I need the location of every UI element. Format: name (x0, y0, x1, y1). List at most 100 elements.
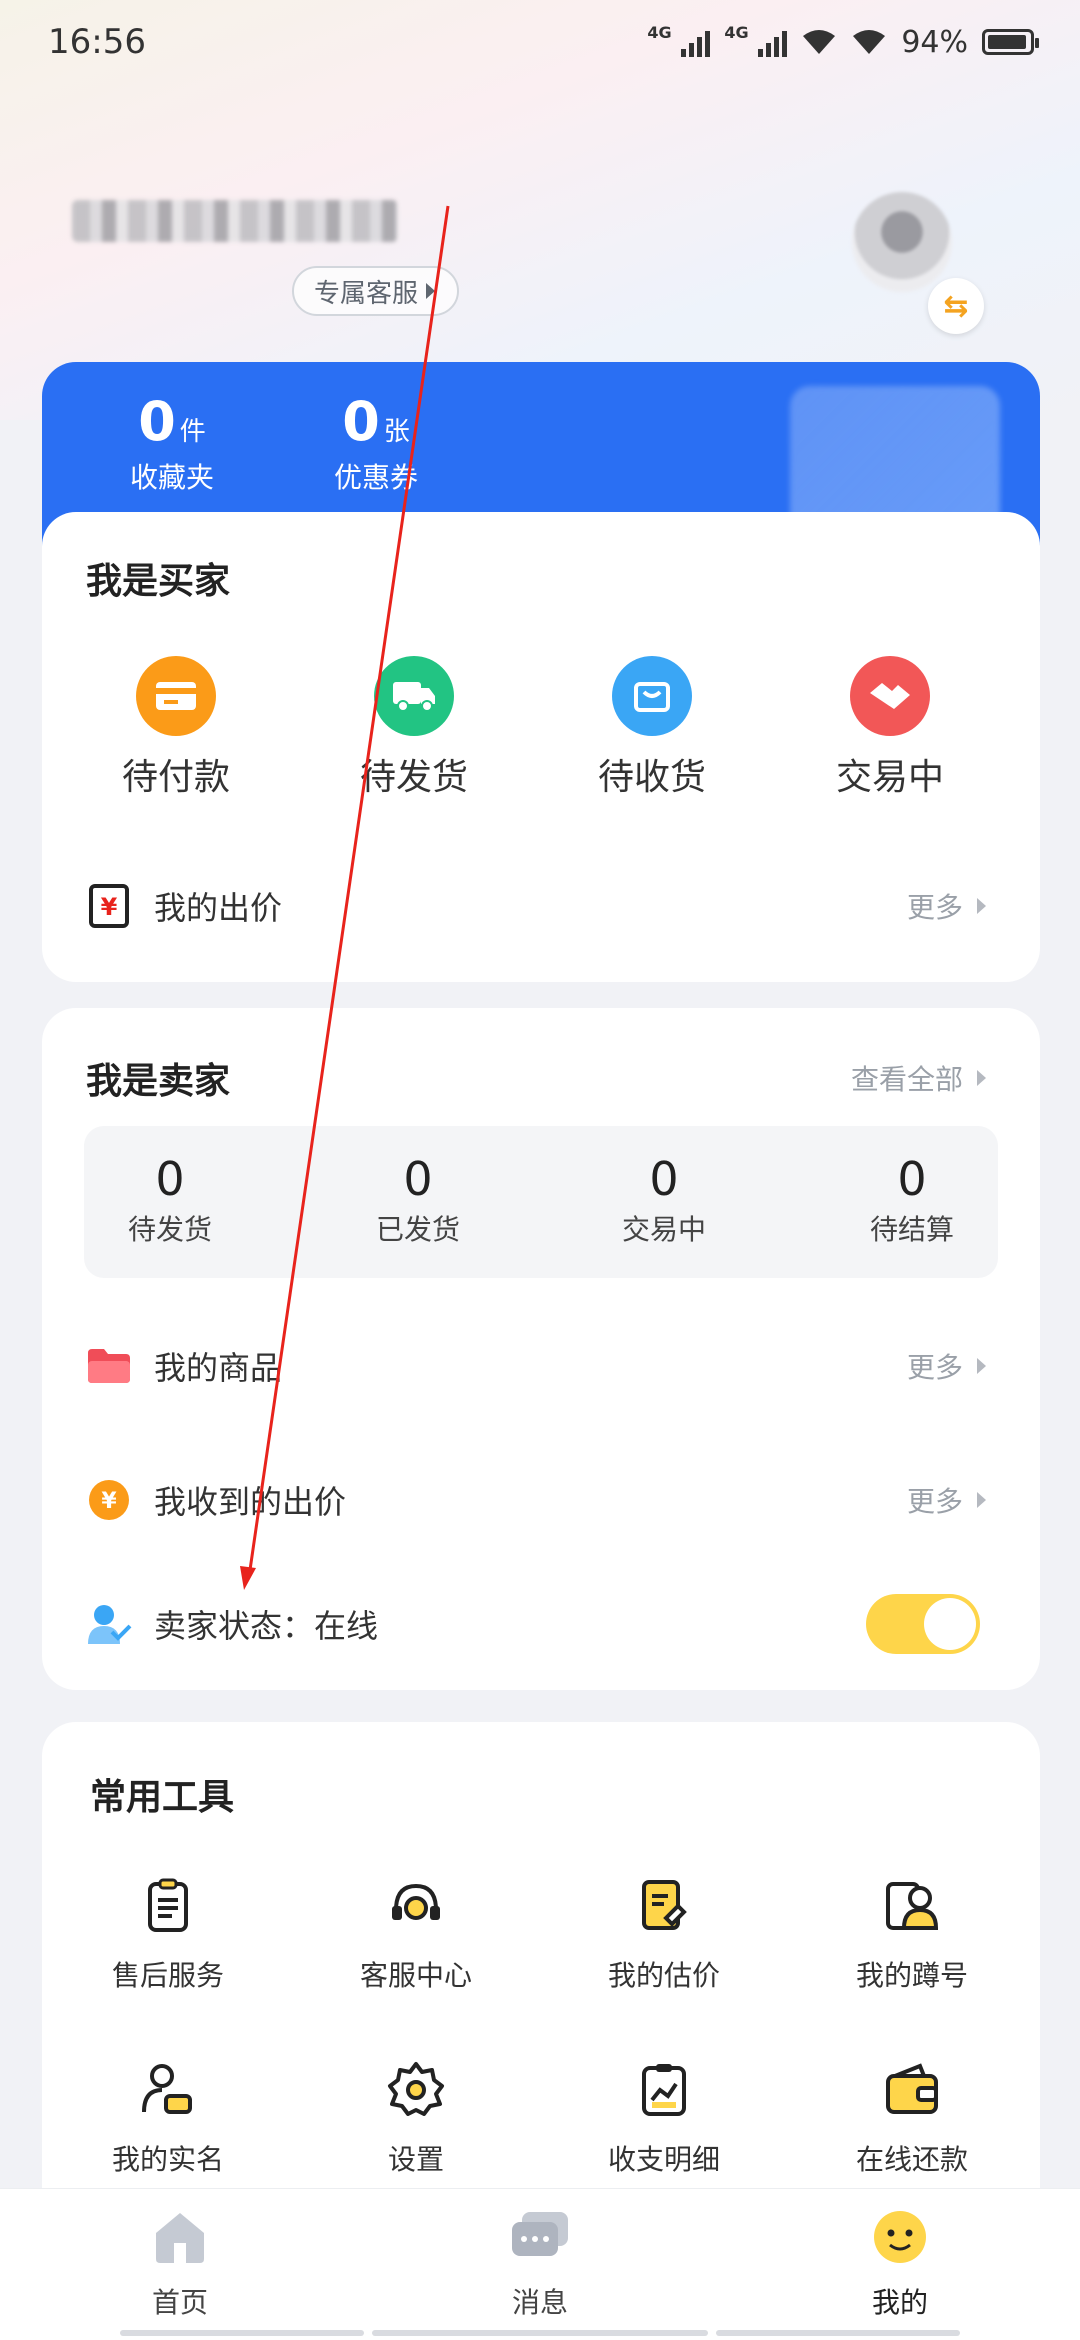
bid-icon: ¥ (86, 883, 132, 929)
wifi-icon (851, 28, 887, 56)
favorites-count: 0 (138, 390, 176, 453)
id-user-icon (142, 2064, 192, 2114)
seller-stat-pending-shipment[interactable]: 0 待发货 (90, 1154, 250, 1248)
order-label: 待收货 (597, 757, 706, 798)
chevron-right-icon (977, 1492, 986, 1508)
network-type: 4G (724, 23, 749, 42)
battery-percent: 94% (901, 24, 968, 60)
nav-divider (716, 2330, 960, 2336)
seller-card: 我是卖家 查看全部 0 待发货 0 已发货 0 交易中 0 待结算 我的商品 更… (42, 1008, 1040, 1690)
tool-real-name[interactable]: 我的实名 (68, 2058, 268, 2178)
seller-status-label: 卖家状态：在线 (154, 1607, 379, 1645)
nav-messages[interactable]: 消息 (440, 2207, 640, 2321)
handshake-icon (850, 656, 930, 736)
seller-online-toggle[interactable] (866, 1594, 980, 1654)
buyer-title: 我是买家 (86, 561, 231, 602)
stat-label: 交易中 (621, 1213, 706, 1246)
nav-label: 首页 (151, 2286, 208, 2319)
tool-after-sales[interactable]: 售后服务 (68, 1874, 268, 1994)
tool-my-appraisal[interactable]: 我的估价 (564, 1874, 764, 1994)
avatar[interactable] (852, 192, 952, 292)
favorites-label: 收藏夹 (129, 461, 214, 494)
svg-text:¥: ¥ (101, 1489, 117, 1514)
stat-label: 待结算 (869, 1213, 954, 1246)
favorites-unit: 件 (179, 417, 206, 447)
statement-icon (642, 2064, 686, 2116)
tool-label: 售后服务 (111, 1959, 224, 1992)
bids-more-link[interactable]: 更多 (907, 886, 986, 926)
seller-view-all[interactable]: 查看全部 (851, 1058, 986, 1098)
signal-icon: 4G (724, 23, 788, 57)
stat-value: 0 (155, 1152, 185, 1206)
seller-stats-panel: 0 待发货 0 已发货 0 交易中 0 待结算 (84, 1126, 998, 1278)
exclusive-service-button[interactable]: 专属客服 (292, 266, 460, 316)
my-products-row[interactable]: 我的商品 (86, 1336, 1040, 1396)
stat-value: 0 (649, 1152, 679, 1206)
chevron-right-icon (426, 283, 436, 299)
tools-title: 常用工具 (90, 1777, 235, 1818)
switch-account-icon[interactable]: ⇆ (928, 278, 984, 334)
tool-settings[interactable]: 设置 (316, 2058, 516, 2178)
tool-label: 设置 (387, 2143, 444, 2176)
order-pending-payment[interactable]: 待付款 (76, 656, 276, 800)
home-icon (148, 2207, 212, 2267)
stat-label: 待发货 (127, 1213, 212, 1246)
signal-icon: 4G (647, 23, 711, 57)
bag-icon (612, 656, 692, 736)
tool-customer-service[interactable]: 客服中心 (316, 1874, 516, 1994)
wallet-icon (886, 2063, 938, 2114)
coupons-stat[interactable]: 0张 优惠券 (306, 392, 446, 496)
stat-value: 0 (897, 1152, 927, 1206)
stat-value: 0 (403, 1152, 433, 1206)
favorites-stat[interactable]: 0件 收藏夹 (102, 392, 242, 496)
order-pending-receipt[interactable]: 待收货 (552, 656, 752, 800)
appraisal-icon (642, 1880, 687, 1930)
toggle-knob (924, 1598, 976, 1650)
order-label: 交易中 (835, 757, 944, 798)
status-icons: 4G 4G 94% (647, 23, 1039, 60)
service-label: 专属客服 (314, 278, 419, 309)
seller-stat-pending-settlement[interactable]: 0 待结算 (832, 1154, 992, 1248)
order-label: 待付款 (121, 757, 230, 798)
order-pending-shipment[interactable]: 待发货 (314, 656, 514, 800)
coupons-count: 0 (342, 390, 380, 453)
user-name-blurred[interactable] (72, 200, 398, 242)
headset-icon (392, 1883, 440, 1920)
seller-stat-in-trade[interactable]: 0 交易中 (584, 1154, 744, 1248)
tool-statement[interactable]: 收支明细 (564, 2058, 764, 2178)
tool-online-repayment[interactable]: 在线还款 (812, 2058, 1012, 2178)
stat-label: 已发货 (375, 1213, 460, 1246)
wallet-card-icon (136, 656, 216, 736)
order-label: 待发货 (359, 757, 468, 798)
tool-label: 在线还款 (855, 2143, 968, 2176)
nav-me[interactable]: 我的 (800, 2207, 1000, 2321)
nav-home[interactable]: 首页 (80, 2207, 280, 2321)
nav-label: 消息 (511, 2286, 568, 2319)
my-products-label: 我的商品 (154, 1349, 283, 1387)
tool-label: 客服中心 (359, 1959, 472, 1992)
my-bids-label: 我的出价 (154, 889, 283, 927)
user-status-icon (86, 1601, 132, 1647)
tool-label: 我的蹲号 (855, 1959, 968, 1992)
more-label: 更多 (906, 891, 963, 924)
chevron-right-icon (977, 898, 986, 914)
more-label: 更多 (906, 1351, 963, 1384)
received-bids-row[interactable]: ¥ 我收到的出价 (86, 1470, 1040, 1530)
my-bids-row[interactable]: ¥ 我的出价 (86, 876, 1040, 936)
svg-text:¥: ¥ (101, 893, 118, 921)
seller-stat-shipped[interactable]: 0 已发货 (338, 1154, 498, 1248)
chevron-right-icon (977, 1070, 986, 1086)
message-icon (508, 2207, 572, 2267)
received-bids-more-link[interactable]: 更多 (907, 1480, 986, 1520)
order-in-trade[interactable]: 交易中 (790, 656, 990, 800)
products-more-link[interactable]: 更多 (907, 1346, 986, 1386)
folder-icon (86, 1343, 132, 1389)
battery-icon (982, 29, 1039, 55)
tool-label: 我的实名 (111, 2143, 224, 2176)
yuan-coin-icon: ¥ (86, 1477, 132, 1523)
tool-label: 收支明细 (607, 2143, 720, 2176)
tools-card: 常用工具 售后服务 客服中心 我的估价 我的蹲号 我的实名 设置 收支明细 在线… (42, 1722, 1040, 2242)
seller-title: 我是卖家 (86, 1061, 231, 1102)
tool-watch-list[interactable]: 我的蹲号 (812, 1874, 1012, 1994)
more-label: 更多 (906, 1485, 963, 1518)
